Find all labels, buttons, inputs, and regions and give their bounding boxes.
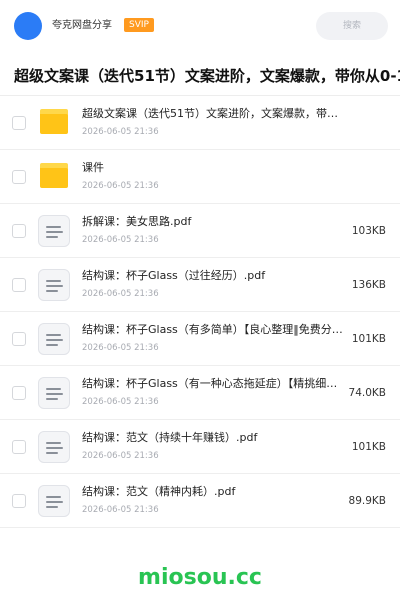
file-name: 结构课：杯子Glass（有一种心态拖延症）【精挑细选】.pdf [82,377,344,390]
file-row[interactable]: 结构课：范文（精神内耗）.pdf 2026-06-05 21:36 89.9KB [0,474,400,528]
file-size: 101KB [351,333,386,345]
file-name: 结构课：范文（精神内耗）.pdf [82,485,236,498]
document-icon [38,431,70,463]
file-size: 74.0KB [348,387,386,399]
file-row[interactable]: 结构课：杯子Glass（有多简单）【良心整理‖免费分享】.pdf 2026-06… [0,312,400,366]
file-size: 136KB [351,279,386,291]
file-name: 结构课：杯子Glass（过往经历）.pdf [82,269,266,282]
file-date: 2026-06-05 21:36 [82,289,159,299]
file-name: 结构课：杯子Glass（有多简单）【良心整理‖免费分享】.pdf [82,323,344,336]
share-name: 夸克网盘分享 [52,20,112,31]
row-checkbox[interactable] [12,332,26,346]
file-name: 拆解课：美女思路.pdf [82,215,192,228]
row-checkbox[interactable] [12,494,26,508]
file-date: 2026-06-05 21:36 [82,505,159,515]
file-size: 103KB [351,225,386,237]
file-row[interactable]: 课件 2026-06-05 21:36 [0,150,400,204]
file-row[interactable]: 超级文案课（迭代51节）文案进阶，文案爆款，带你从0-1 2026-06-05 … [0,96,400,150]
file-size: 89.9KB [348,495,386,507]
svip-badge: SVIP [124,18,154,32]
file-date: 2026-06-05 21:36 [82,451,159,461]
file-row[interactable]: 结构课：杯子Glass（有一种心态拖延症）【精挑细选】.pdf 2026-06-… [0,366,400,420]
file-row[interactable]: 结构课：杯子Glass（过往经历）.pdf 2026-06-05 21:36 1… [0,258,400,312]
top-bar: 夸克网盘分享 SVIP 搜索 [0,0,400,52]
row-checkbox[interactable] [12,278,26,292]
document-icon [38,215,70,247]
file-date: 2026-06-05 21:36 [82,235,159,245]
document-icon [38,377,70,409]
search-button[interactable]: 搜索 [316,12,388,40]
file-date: 2026-06-05 21:36 [82,181,159,191]
file-name: 超级文案课（迭代51节）文案进阶，文案爆款，带你从0-1 [82,107,344,120]
file-date: 2026-06-05 21:36 [82,343,159,353]
folder-icon [38,107,68,137]
file-date: 2026-06-05 21:36 [82,127,159,137]
document-icon [38,485,70,517]
page-title: 超级文案课（迭代51节）文案进阶，文案爆款，带你从0-1 [14,67,400,85]
file-list: 超级文案课（迭代51节）文案进阶，文案爆款，带你从0-1 2026-06-05 … [0,96,400,528]
file-size: 101KB [351,441,386,453]
file-row[interactable]: 结构课：范文（持续十年赚钱）.pdf 2026-06-05 21:36 101K… [0,420,400,474]
row-checkbox[interactable] [12,170,26,184]
folder-icon [38,161,68,191]
site-watermark: miosou.cc [138,565,262,590]
row-checkbox[interactable] [12,116,26,130]
row-checkbox[interactable] [12,386,26,400]
document-icon [38,323,70,355]
file-date: 2026-06-05 21:36 [82,397,159,407]
document-icon [38,269,70,301]
row-checkbox[interactable] [12,440,26,454]
file-name: 课件 [82,161,104,174]
file-row[interactable]: 拆解课：美女思路.pdf 2026-06-05 21:36 103KB [0,204,400,258]
avatar[interactable] [14,12,42,40]
row-checkbox[interactable] [12,224,26,238]
file-name: 结构课：范文（持续十年赚钱）.pdf [82,431,258,444]
